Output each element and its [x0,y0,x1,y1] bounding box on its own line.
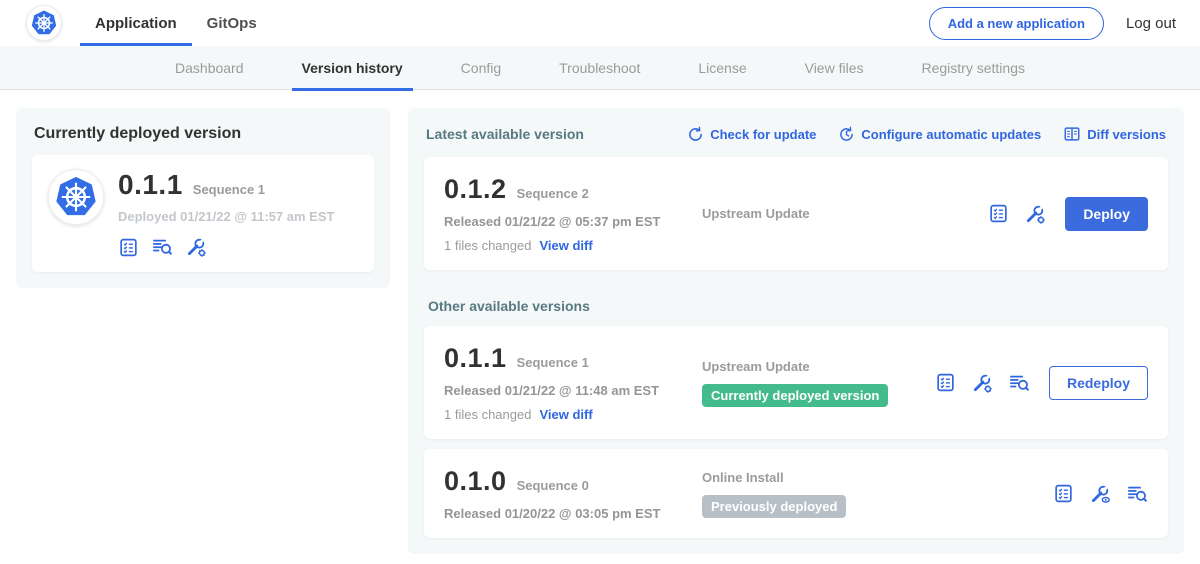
version-card-0-1-0: 0.1.0 Sequence 0 Released 01/20/22 @ 03:… [424,449,1168,538]
top-nav: Application GitOps Add a new application… [0,0,1200,46]
view-config-icon[interactable] [1089,483,1111,505]
release-notes-icon[interactable] [118,237,139,258]
redeploy-button[interactable]: Redeploy [1049,366,1148,400]
tab-config[interactable]: Config [451,46,511,90]
release-notes-icon[interactable] [1053,483,1074,504]
release-notes-icon[interactable] [988,203,1009,224]
deployed-version-number: 0.1.1 [118,169,183,201]
logs-icon[interactable] [1008,372,1030,394]
kubernetes-logo [26,5,62,41]
nav-tab-gitops-label: GitOps [207,15,257,32]
diff-versions-label: Diff versions [1087,127,1166,142]
latest-available-header: Latest available version Check for updat… [426,125,1166,143]
tab-troubleshoot-label: Troubleshoot [559,60,640,76]
version-history-panel: Latest available version Check for updat… [408,108,1184,554]
source-label: Upstream Update [702,206,810,221]
main-content: Currently deployed version [0,90,1200,564]
version-source: Upstream Update [702,174,988,253]
top-nav-right: Add a new application Log out [929,7,1176,40]
app-subnav: Dashboard Version history Config Trouble… [0,46,1200,90]
logs-icon[interactable] [1126,483,1148,505]
previously-deployed-badge: Previously deployed [702,495,846,518]
logs-icon[interactable] [151,236,173,258]
add-application-button[interactable]: Add a new application [929,7,1104,40]
tab-license[interactable]: License [688,46,756,90]
kubernetes-icon [55,176,97,218]
source-label: Upstream Update [702,359,810,374]
logout-link[interactable]: Log out [1126,15,1176,32]
currently-deployed-panel: Currently deployed version [16,108,390,288]
other-versions-title: Other available versions [428,298,1166,314]
released-timestamp: Released 01/21/22 @ 11:48 am EST [444,383,702,398]
currently-deployed-title: Currently deployed version [34,125,374,143]
sequence-label: Sequence 1 [517,355,589,370]
view-diff-link[interactable]: View diff [539,238,592,253]
deploy-button[interactable]: Deploy [1065,197,1148,231]
diff-versions-link[interactable]: Diff versions [1063,125,1166,143]
tab-license-label: License [698,60,746,76]
edit-config-icon[interactable] [185,236,207,258]
released-timestamp: Released 01/20/22 @ 03:05 pm EST [444,506,702,521]
kubernetes-icon [31,10,57,36]
schedule-update-icon [838,126,855,143]
sequence-label: Sequence 0 [517,478,589,493]
release-notes-icon[interactable] [935,372,956,393]
version-number: 0.1.1 [444,343,507,374]
version-info: 0.1.1 Sequence 1 Released 01/21/22 @ 11:… [444,343,702,422]
version-info: 0.1.0 Sequence 0 Released 01/20/22 @ 03:… [444,466,702,521]
files-changed-label: 1 files changed [444,238,531,253]
configure-updates-label: Configure automatic updates [861,127,1041,142]
version-card-0-1-2: 0.1.2 Sequence 2 Released 01/21/22 @ 05:… [424,157,1168,270]
sequence-label: Sequence 2 [517,186,589,201]
latest-available-title: Latest available version [426,126,584,142]
version-actions-group: Redeploy [935,343,1148,422]
version-info: 0.1.2 Sequence 2 Released 01/21/22 @ 05:… [444,174,702,253]
version-number: 0.1.0 [444,466,507,497]
tab-registry-settings-label: Registry settings [922,60,1025,76]
currently-deployed-card: 0.1.1 Sequence 1 Deployed 01/21/22 @ 11:… [32,155,374,272]
nav-tab-application-label: Application [95,15,177,32]
check-for-update-label: Check for update [710,127,816,142]
tab-version-history[interactable]: Version history [292,46,413,90]
released-timestamp: Released 01/21/22 @ 05:37 pm EST [444,214,702,229]
files-changed-label: 1 files changed [444,407,531,422]
diff-icon [1063,125,1081,143]
nav-tab-gitops[interactable]: GitOps [192,0,272,46]
refresh-icon [687,126,704,143]
configure-updates-link[interactable]: Configure automatic updates [838,126,1041,143]
version-source: Online Install Previously deployed [702,466,1053,521]
version-card-0-1-1: 0.1.1 Sequence 1 Released 01/21/22 @ 11:… [424,326,1168,439]
deployed-timestamp: Deployed 01/21/22 @ 11:57 am EST [118,209,334,224]
version-actions-group: Deploy [988,174,1148,253]
tab-dashboard[interactable]: Dashboard [165,46,254,90]
version-number: 0.1.2 [444,174,507,205]
check-for-update-link[interactable]: Check for update [687,126,816,143]
tab-view-files[interactable]: View files [795,46,874,90]
view-diff-link[interactable]: View diff [539,407,592,422]
nav-tab-application[interactable]: Application [80,0,192,46]
source-label: Online Install [702,470,784,485]
edit-config-icon[interactable] [1024,203,1046,225]
tab-config-label: Config [461,60,501,76]
deployed-version-info: 0.1.1 Sequence 1 Deployed 01/21/22 @ 11:… [118,169,334,258]
tab-version-history-label: Version history [302,60,403,76]
currently-deployed-badge: Currently deployed version [702,384,888,407]
tab-troubleshoot[interactable]: Troubleshoot [549,46,650,90]
version-actions: Check for update Configure automatic upd… [687,125,1166,143]
version-source: Upstream Update Currently deployed versi… [702,343,935,422]
edit-config-icon[interactable] [971,372,993,394]
app-logo [48,169,104,225]
tab-dashboard-label: Dashboard [175,60,244,76]
tab-view-files-label: View files [805,60,864,76]
deployed-sequence: Sequence 1 [193,182,265,197]
tab-registry-settings[interactable]: Registry settings [912,46,1035,90]
version-actions-group [1053,466,1148,521]
